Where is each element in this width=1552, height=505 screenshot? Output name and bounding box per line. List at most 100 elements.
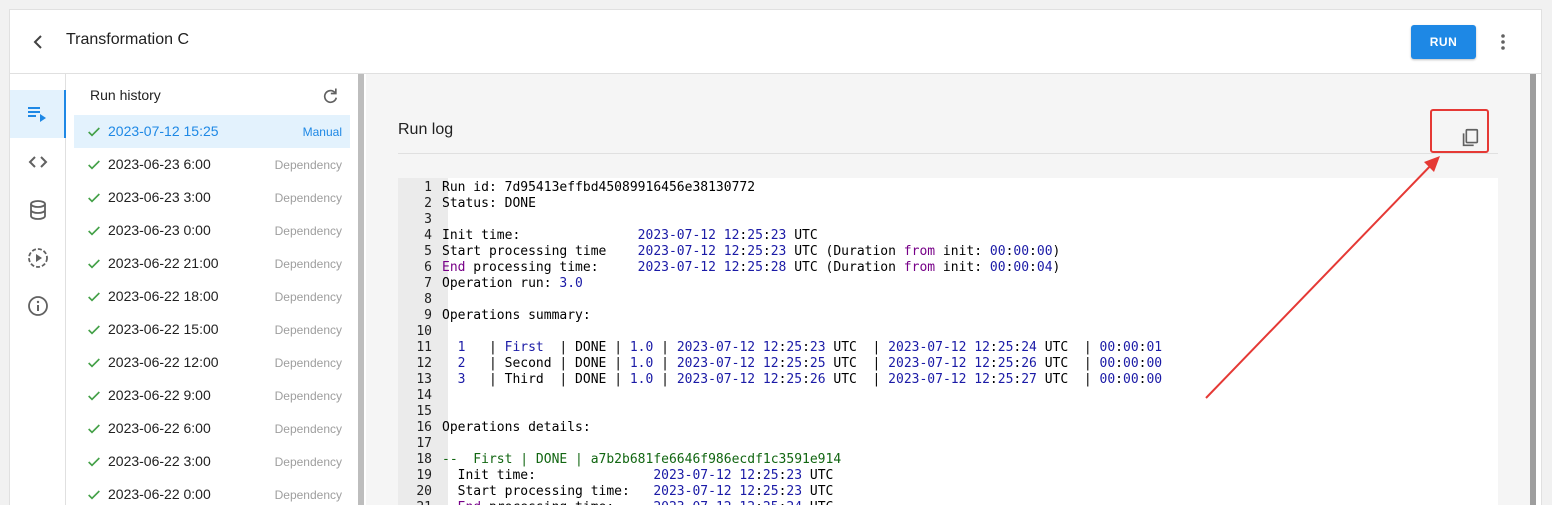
line-number: 14 bbox=[416, 388, 432, 403]
history-scrollbar[interactable] bbox=[358, 74, 364, 505]
check-icon bbox=[88, 193, 100, 203]
run-trigger: Dependency bbox=[274, 224, 342, 238]
line-number: 9 bbox=[424, 308, 432, 323]
log-line-text: 2 | Second | DONE | 1.0 | 2023-07-12 12:… bbox=[457, 356, 1163, 371]
run-date: 2023-06-22 15:00 bbox=[108, 321, 219, 337]
run-list: 2023-07-12 15:25 Manual 2023-06-23 6:00 Dep… bbox=[74, 115, 350, 505]
log-line: 8 bbox=[398, 292, 1162, 308]
log-line: 6 End processing time: 2023-07-12 12:25:2… bbox=[398, 260, 1162, 276]
log-line: 16 Operations details: bbox=[398, 420, 1162, 436]
rail-item-log[interactable] bbox=[10, 90, 66, 138]
line-number: 8 bbox=[424, 292, 432, 307]
run-history-item[interactable]: 2023-06-22 12:00 Dependency bbox=[74, 346, 350, 379]
run-date: 2023-06-23 6:00 bbox=[108, 156, 211, 172]
log-line: 12 2 | Second | DONE | 1.0 | 2023-07-12 … bbox=[398, 356, 1162, 372]
run-trigger: Dependency bbox=[274, 422, 342, 436]
log-line: 4 Init time: 2023-07-12 12:25:23 UTC bbox=[398, 228, 1162, 244]
back-arrow-icon[interactable] bbox=[26, 30, 50, 54]
line-number: 20 bbox=[416, 484, 432, 499]
log-line-text: Run id: 7d95413effbd45089916456e38130772 bbox=[442, 180, 756, 195]
log-line-text: Status: DONE bbox=[442, 196, 536, 211]
run-history-item[interactable]: 2023-07-12 15:25 Manual bbox=[74, 115, 350, 148]
log-scrollbar[interactable] bbox=[1530, 74, 1536, 505]
line-number: 19 bbox=[416, 468, 432, 483]
run-history-item[interactable]: 2023-06-22 18:00 Dependency bbox=[74, 280, 350, 313]
info-icon bbox=[28, 296, 48, 316]
log-line-text: -- First | DONE | a7b2b681fe6646f986ecdf… bbox=[442, 452, 842, 467]
log-line: 3 bbox=[398, 212, 1162, 228]
line-number: 16 bbox=[416, 420, 432, 435]
schedule-play-icon bbox=[28, 248, 48, 268]
line-number: 10 bbox=[416, 324, 432, 339]
log-line: 7 Operation run: 3.0 bbox=[398, 276, 1162, 292]
rail-item-code[interactable] bbox=[10, 138, 66, 186]
run-history-item[interactable]: 2023-06-23 0:00 Dependency bbox=[74, 214, 350, 247]
log-lines: 1 Run id: 7d95413effbd45089916456e3813077… bbox=[398, 180, 1162, 505]
run-date: 2023-06-22 6:00 bbox=[108, 420, 211, 436]
page-title: Transformation C bbox=[66, 31, 189, 48]
header: Transformation C RUN bbox=[10, 10, 1541, 74]
log-line: 15 bbox=[398, 404, 1162, 420]
side-rail bbox=[10, 74, 66, 505]
copy-button[interactable] bbox=[1452, 120, 1488, 156]
divider bbox=[398, 153, 1498, 154]
more-vert-icon[interactable] bbox=[1491, 30, 1515, 54]
run-history-item[interactable]: 2023-06-22 6:00 Dependency bbox=[74, 412, 350, 445]
run-date: 2023-06-22 18:00 bbox=[108, 288, 219, 304]
run-date: 2023-06-22 21:00 bbox=[108, 255, 219, 271]
run-trigger: Dependency bbox=[274, 158, 342, 172]
log-line: 5 Start processing time 2023-07-12 12:25:… bbox=[398, 244, 1162, 260]
run-button[interactable]: RUN bbox=[1411, 25, 1476, 59]
log-line: 18 -- First | DONE | a7b2b681fe6646f986ec… bbox=[398, 452, 1162, 468]
run-trigger: Dependency bbox=[274, 257, 342, 271]
log-line: 14 bbox=[398, 388, 1162, 404]
run-trigger: Dependency bbox=[274, 455, 342, 469]
run-history-item[interactable]: 2023-06-22 9:00 Dependency bbox=[74, 379, 350, 412]
log-line: 17 bbox=[398, 436, 1162, 452]
run-history-item[interactable]: 2023-06-22 21:00 Dependency bbox=[74, 247, 350, 280]
run-date: 2023-06-22 12:00 bbox=[108, 354, 219, 370]
log-line-text: 3 | Third | DONE | 1.0 | 2023-07-12 12:2… bbox=[457, 372, 1163, 387]
check-icon bbox=[88, 160, 100, 170]
log-line-text: Start processing time: 2023-07-12 12:25:… bbox=[442, 484, 834, 499]
line-number: 21 bbox=[398, 500, 442, 505]
log-line: 9 Operations summary: bbox=[398, 308, 1162, 324]
run-date: 2023-07-12 15:25 bbox=[108, 123, 219, 139]
transformation-panel: Transformation C RUN Run history 2023-07… bbox=[9, 9, 1542, 505]
log-line: 19 Init time: 2023-07-12 12:25:23 UTC bbox=[398, 468, 1162, 484]
log-line: 20 Start processing time: 2023-07-12 12:… bbox=[398, 484, 1162, 500]
database-icon bbox=[30, 200, 46, 220]
run-history-item[interactable]: 2023-06-22 3:00 Dependency bbox=[74, 445, 350, 478]
check-icon bbox=[88, 325, 100, 335]
code-icon bbox=[28, 156, 48, 168]
run-date: 2023-06-22 3:00 bbox=[108, 453, 211, 469]
line-number: 6 bbox=[424, 260, 432, 275]
run-history-item[interactable]: 2023-06-22 0:00 Dependency bbox=[74, 478, 350, 505]
copy-icon bbox=[1462, 128, 1479, 147]
log-line: 10 bbox=[398, 324, 1162, 340]
run-history-item[interactable]: 2023-06-23 6:00 Dependency bbox=[74, 148, 350, 181]
rail-item-database[interactable] bbox=[10, 186, 66, 234]
log-line-text: End processing time: 2023-07-12 12:25:24… bbox=[442, 500, 834, 505]
run-history-item[interactable]: 2023-06-23 3:00 Dependency bbox=[74, 181, 350, 214]
run-history-title: Run history bbox=[90, 87, 161, 103]
log-line-text: Start processing time 2023-07-12 12:25:2… bbox=[442, 244, 1061, 259]
run-history-item[interactable]: 2023-06-22 15:00 Dependency bbox=[74, 313, 350, 346]
rail-item-info[interactable] bbox=[10, 282, 66, 330]
run-trigger: Dependency bbox=[274, 356, 342, 370]
refresh-icon[interactable] bbox=[320, 86, 340, 106]
rail-item-schedule[interactable] bbox=[10, 234, 66, 282]
line-number: 13 bbox=[416, 372, 432, 387]
log-line-text: Operations summary: bbox=[442, 308, 591, 323]
check-icon bbox=[88, 391, 100, 401]
log-line: 2 Status: DONE bbox=[398, 196, 1162, 212]
run-date: 2023-06-23 0:00 bbox=[108, 222, 211, 238]
line-number: 3 bbox=[424, 212, 432, 227]
run-trigger: Dependency bbox=[274, 290, 342, 304]
log-line-text: Init time: 2023-07-12 12:25:23 UTC bbox=[442, 468, 834, 483]
run-history-panel: Run history 2023-07-12 15:25 Manual 2023-0… bbox=[66, 74, 358, 505]
log-line: 11 1 | First | DONE | 1.0 | 2023-07-12 1… bbox=[398, 340, 1162, 356]
log-line: 21 End processing time: 2023-07-12 12:25… bbox=[398, 500, 1162, 505]
run-trigger: Dependency bbox=[274, 191, 342, 205]
run-trigger: Dependency bbox=[274, 323, 342, 337]
